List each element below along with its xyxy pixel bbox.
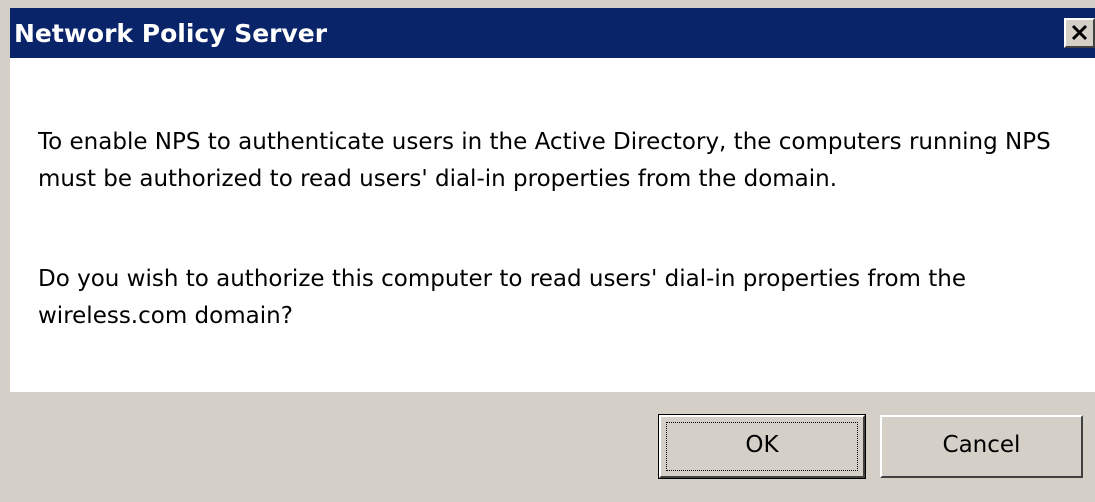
- window-title: Network Policy Server: [14, 19, 328, 48]
- close-icon: [1071, 24, 1088, 41]
- close-button[interactable]: [1064, 18, 1095, 48]
- cancel-button-label: Cancel: [942, 432, 1021, 458]
- message-paragraph-1: To enable NPS to authenticate users in t…: [38, 129, 1051, 192]
- title-bar[interactable]: Network Policy Server: [10, 0, 1095, 58]
- message-paragraph-2: Do you wish to authorize this computer t…: [38, 266, 966, 329]
- message-area: To enable NPS to authenticate users in t…: [10, 58, 1095, 392]
- cancel-button[interactable]: Cancel: [880, 415, 1083, 478]
- nps-dialog: Network Policy Server To enable NPS to a…: [0, 0, 1095, 502]
- ok-button-label: OK: [745, 432, 779, 458]
- button-bar: OK Cancel: [10, 392, 1095, 502]
- ok-button[interactable]: OK: [658, 414, 866, 479]
